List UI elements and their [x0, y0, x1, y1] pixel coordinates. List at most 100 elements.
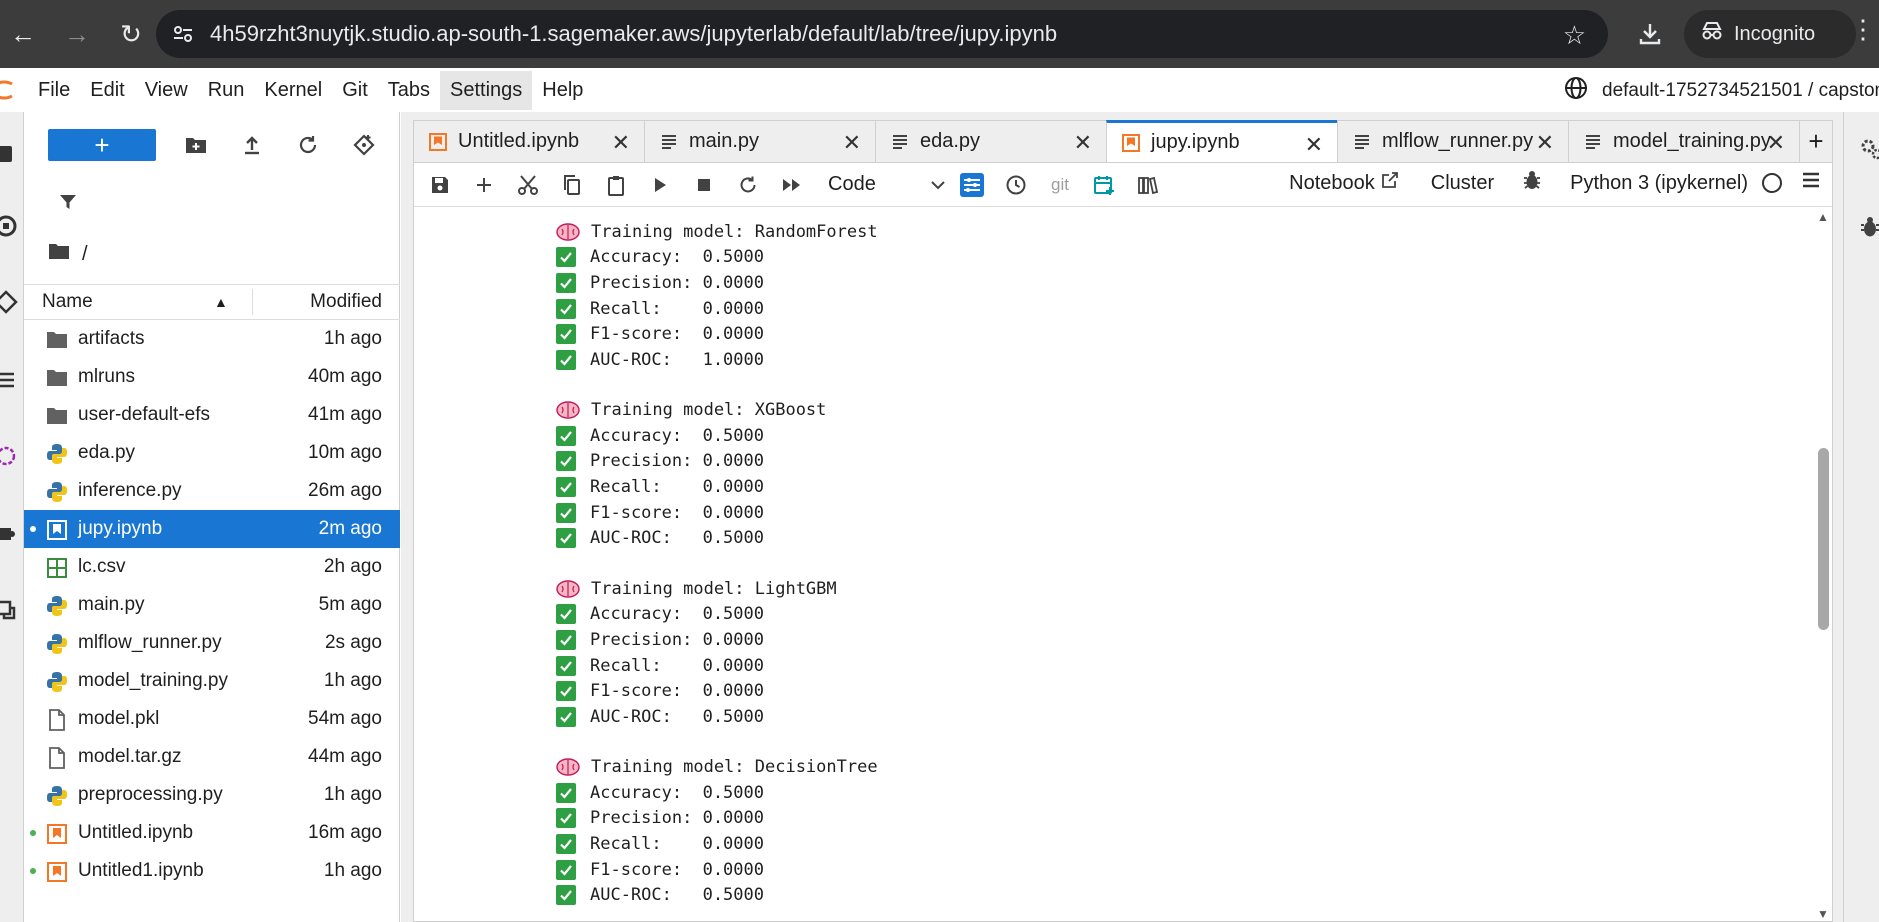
library-icon[interactable]: [1126, 167, 1170, 203]
browser-menu-icon[interactable]: ⋮: [1850, 14, 1876, 45]
forward-button[interactable]: →: [54, 11, 100, 57]
notebook-scrollbar[interactable]: ▲ ▼: [1814, 208, 1832, 921]
scrollbar-thumb[interactable]: [1818, 448, 1829, 630]
restart-run-all-icon[interactable]: [770, 167, 814, 203]
url-text: 4h59rzht3nuytjk.studio.ap-south-1.sagema…: [210, 21, 1058, 46]
puzzle-icon[interactable]: [0, 522, 18, 546]
menu-help[interactable]: Help: [532, 71, 593, 110]
tab-eda-py[interactable]: eda.py ✕: [875, 120, 1107, 162]
file-row[interactable]: lc.csv 2h ago: [24, 548, 400, 586]
close-icon[interactable]: ✕: [1074, 130, 1092, 156]
reload-button[interactable]: ↻: [108, 11, 154, 57]
file-row[interactable]: mlflow_runner.py 2s ago: [24, 624, 400, 662]
menu-view[interactable]: View: [135, 71, 198, 110]
close-icon[interactable]: ✕: [612, 130, 630, 156]
file-row[interactable]: Untitled1.ipynb 1h ago: [24, 852, 400, 890]
check-mark-icon: [556, 706, 576, 727]
menu-edit[interactable]: Edit: [80, 71, 134, 110]
menu-settings[interactable]: Settings: [440, 70, 533, 110]
file-row[interactable]: model_training.py 1h ago: [24, 662, 400, 700]
file-name: model.tar.gz: [78, 746, 182, 767]
scroll-down-arrow-icon[interactable]: ▼: [1817, 907, 1829, 921]
metric-line: AUC-ROC: 0.5000: [556, 882, 878, 908]
bookmark-star-icon[interactable]: ☆: [1563, 20, 1586, 51]
new-tab-button[interactable]: +: [1799, 120, 1833, 162]
right-sidebar: [1843, 112, 1879, 922]
table-of-contents-icon[interactable]: [0, 368, 18, 392]
tab-main-py[interactable]: main.py ✕: [644, 120, 876, 162]
close-icon[interactable]: ✕: [1305, 132, 1323, 158]
debugger-sidebar-icon[interactable]: [1858, 214, 1879, 240]
menu-git[interactable]: Git: [332, 71, 378, 110]
file-name: mlflow_runner.py: [78, 632, 222, 653]
metric-text: Accuracy: 0.5000: [590, 247, 764, 268]
restart-kernel-icon[interactable]: [726, 167, 770, 203]
menu-run[interactable]: Run: [198, 71, 255, 110]
cluster-button[interactable]: Cluster: [1431, 172, 1494, 195]
menu-kernel[interactable]: Kernel: [254, 71, 332, 110]
menu-tabs[interactable]: Tabs: [378, 71, 440, 110]
run-cell-icon[interactable]: [638, 167, 682, 203]
site-settings-icon[interactable]: [168, 19, 198, 49]
scroll-up-arrow-icon[interactable]: ▲: [1817, 210, 1829, 224]
interrupt-kernel-icon[interactable]: [682, 167, 726, 203]
file-row[interactable]: Untitled.ipynb 16m ago: [24, 814, 400, 852]
debugger-icon[interactable]: [1522, 169, 1542, 197]
tab-untitled-ipynb[interactable]: Untitled.ipynb ✕: [413, 120, 645, 162]
workspace-indicator[interactable]: default-1752734521501 / capstone: [1564, 76, 1879, 106]
schedule-icon[interactable]: [1082, 167, 1126, 203]
file-row[interactable]: inference.py 26m ago: [24, 472, 400, 510]
file-row[interactable]: jupy.ipynb 2m ago: [24, 510, 400, 548]
cut-icon[interactable]: [506, 167, 550, 203]
refresh-icon[interactable]: [280, 129, 336, 161]
file-row[interactable]: artifacts 1h ago: [24, 320, 400, 358]
sort-ascending-icon[interactable]: ▲: [214, 294, 228, 310]
text-file-icon: [890, 132, 910, 152]
hamburger-menu-icon[interactable]: [1800, 171, 1822, 195]
file-row[interactable]: eda.py 10m ago: [24, 434, 400, 472]
file-row[interactable]: preprocessing.py 1h ago: [24, 776, 400, 814]
new-launcher-button[interactable]: +: [48, 129, 156, 161]
name-column-header[interactable]: Name: [42, 291, 93, 313]
chat-icon[interactable]: [0, 598, 18, 622]
tab-mlflow-runner-py[interactable]: mlflow_runner.py ✕: [1337, 120, 1569, 162]
column-divider[interactable]: [252, 289, 253, 315]
copy-icon[interactable]: [550, 167, 594, 203]
notebook-button[interactable]: Notebook: [1289, 171, 1399, 195]
file-row[interactable]: model.tar.gz 44m ago: [24, 738, 400, 776]
cell-type-select[interactable]: Code: [822, 173, 950, 196]
new-folder-icon[interactable]: [168, 129, 224, 161]
breadcrumb[interactable]: /: [48, 242, 88, 266]
file-row[interactable]: model.pkl 54m ago: [24, 700, 400, 738]
file-row[interactable]: user-default-efs 41m ago: [24, 396, 400, 434]
file-row[interactable]: main.py 5m ago: [24, 586, 400, 624]
git-clone-icon[interactable]: [336, 129, 392, 161]
save-icon[interactable]: [418, 167, 462, 203]
close-icon[interactable]: ✕: [1536, 130, 1554, 156]
address-bar[interactable]: 4h59rzht3nuytjk.studio.ap-south-1.sagema…: [156, 10, 1608, 58]
history-icon[interactable]: [994, 167, 1038, 203]
kernel-name[interactable]: Python 3 (ipykernel): [1570, 172, 1748, 195]
close-icon[interactable]: ✕: [1767, 130, 1785, 156]
git-icon[interactable]: [0, 290, 18, 314]
insert-cell-icon[interactable]: [462, 167, 506, 203]
check-mark-icon: [556, 604, 576, 625]
close-icon[interactable]: ✕: [843, 130, 861, 156]
file-browser-tab-icon[interactable]: [0, 142, 18, 166]
property-inspector-gears-icon[interactable]: [1858, 136, 1879, 162]
modified-column-header[interactable]: Modified: [310, 291, 382, 313]
upload-icon[interactable]: [224, 129, 280, 161]
property-inspector-icon[interactable]: [950, 167, 994, 203]
paste-icon[interactable]: [594, 167, 638, 203]
menu-file[interactable]: File: [28, 71, 80, 110]
tab-model-training-py[interactable]: model_training.py ✕: [1568, 120, 1800, 162]
running-sessions-icon[interactable]: [0, 214, 18, 238]
back-button[interactable]: ←: [0, 11, 46, 57]
download-icon[interactable]: [1630, 14, 1670, 54]
extension-manager-icon[interactable]: [0, 444, 18, 468]
filter-icon[interactable]: [58, 192, 78, 217]
git-diff-icon[interactable]: git: [1038, 167, 1082, 203]
tab-jupy-ipynb[interactable]: jupy.ipynb ✕: [1106, 120, 1338, 162]
file-row[interactable]: mlruns 40m ago: [24, 358, 400, 396]
incognito-indicator[interactable]: Incognito: [1684, 10, 1856, 58]
